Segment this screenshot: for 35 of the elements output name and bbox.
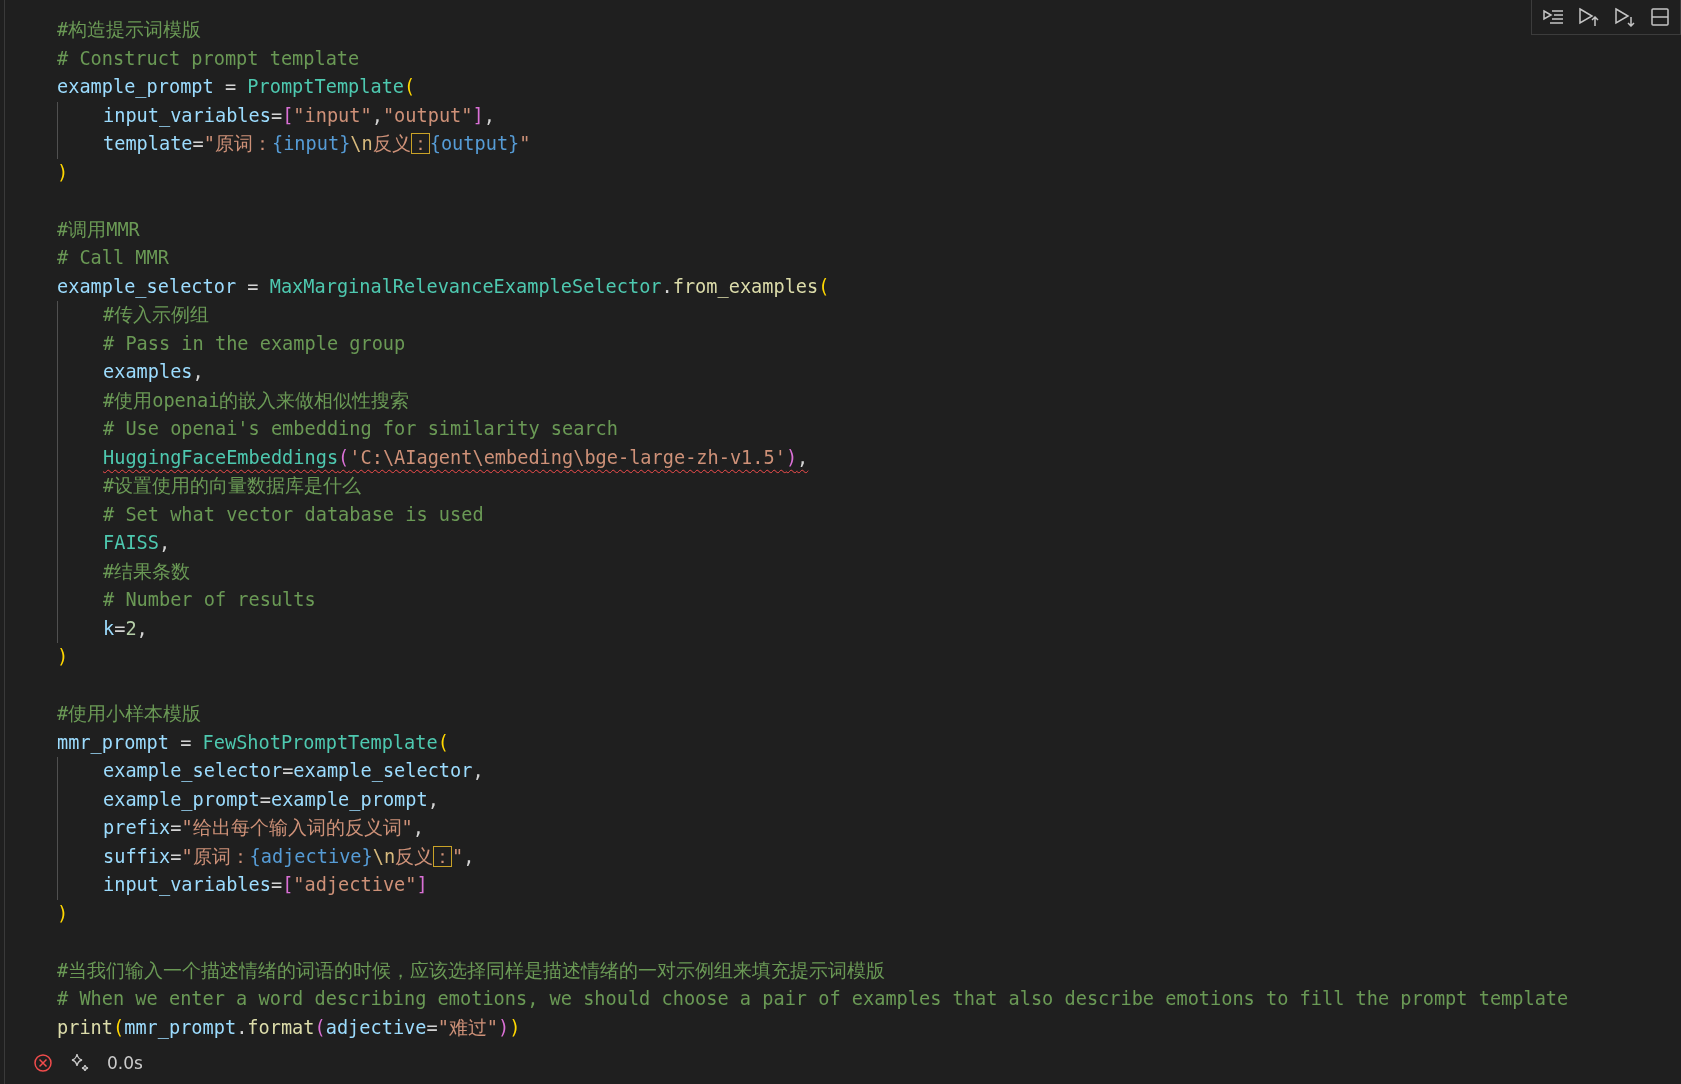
execution-time: 0.0s <box>107 1053 143 1073</box>
code-line: #调用MMR <box>57 218 140 240</box>
code-line: #使用openai的嵌入来做相似性搜索 <box>103 389 410 411</box>
code-line: #使用小样本模版 <box>57 703 202 724</box>
code-line: ) <box>57 161 69 183</box>
code-line: # Construct prompt template <box>57 47 360 69</box>
code-line: prefix="给出每个输入词的反义词", <box>103 817 424 838</box>
code-line: ) <box>57 646 69 667</box>
code-line: FAISS, <box>103 532 171 553</box>
code-line: examples, <box>103 361 204 382</box>
code-line: suffix="原词：{adjective}\n反义：", <box>103 845 475 867</box>
code-line: input_variables=["adjective"] <box>103 874 428 895</box>
code-line: template="原词：{input}\n反义：{output}" <box>103 133 531 154</box>
code-line: ) <box>57 902 69 924</box>
code-line: k=2, <box>103 617 148 639</box>
code-line: print(mmr_prompt.format(adjective="难过")) <box>57 1016 521 1038</box>
sparkle-icon[interactable] <box>69 1052 91 1074</box>
code-line: # Set what vector database is used <box>103 503 484 525</box>
code-line: example_prompt=example_prompt, <box>103 788 439 810</box>
code-line: example_selector=example_selector, <box>103 760 484 781</box>
code-line: example_prompt = PromptTemplate( <box>57 76 416 97</box>
code-line: #结果条数 <box>103 560 191 582</box>
code-line: # When we enter a word describing emotions, we should choose a pair of examples that also describe emotions to fill the prompt template <box>57 988 1569 1009</box>
code-line: #当我们输入一个描述情绪的词语的时候，应该选择同样是描述情绪的一对示例组来填充提示词模版 <box>57 959 886 981</box>
code-line: # Call MMR <box>57 247 169 268</box>
code-line: input_variables=["input","output"], <box>103 104 495 126</box>
code-line: # Use openai's embedding for similarity search <box>103 418 618 439</box>
code-line: #设置使用的向量数据库是什么 <box>103 475 362 496</box>
code-line: example_selector = MaxMarginalRelevanceExampleSelector.from_examples( <box>57 275 830 297</box>
code-line: mmr_prompt = FewShotPromptTemplate( <box>57 731 449 753</box>
code-line: #传入示例组 <box>103 304 210 325</box>
code-line: # Pass in the example group <box>103 332 406 354</box>
code-line: # Number of results <box>103 589 316 610</box>
code-line: HuggingFaceEmbeddings('C:\AIagent\embeding\bge-large-zh-v1.5'), <box>103 446 809 468</box>
code-line: #构造提示词模版 <box>57 19 202 40</box>
